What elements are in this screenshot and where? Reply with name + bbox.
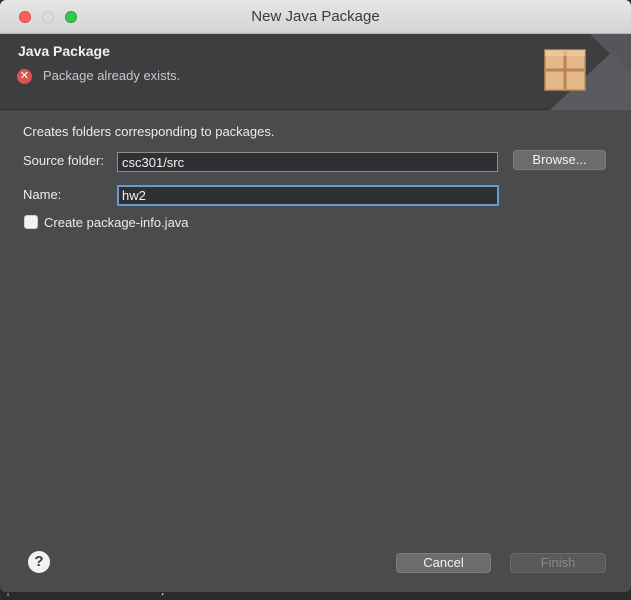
error-message: Package already exists. (43, 68, 181, 83)
wizard-description: Creates folders corresponding to package… (23, 124, 275, 139)
name-input[interactable] (117, 185, 499, 206)
browse-button[interactable]: Browse... (513, 150, 606, 170)
create-package-info-label: Create package-info.java (44, 215, 189, 230)
wizard-title: Java Package (18, 43, 110, 59)
package-banner-icon (544, 34, 631, 110)
help-icon[interactable]: ? (28, 551, 50, 573)
window-title: New Java Package (251, 8, 380, 25)
wizard-header: Java Package ✕ Package already exists. (0, 34, 631, 110)
create-package-info-checkbox[interactable] (24, 215, 38, 229)
source-folder-label: Source folder: (23, 153, 104, 168)
error-x-icon: ✕ (17, 69, 32, 84)
new-java-package-dialog: New Java Package Java Package ✕ Package … (0, 0, 631, 592)
name-label: Name: (23, 187, 62, 202)
source-folder-input[interactable] (117, 152, 498, 172)
finish-button[interactable]: Finish (510, 553, 606, 573)
title-bar[interactable]: New Java Package (0, 0, 631, 34)
cancel-button[interactable]: Cancel (396, 553, 491, 573)
